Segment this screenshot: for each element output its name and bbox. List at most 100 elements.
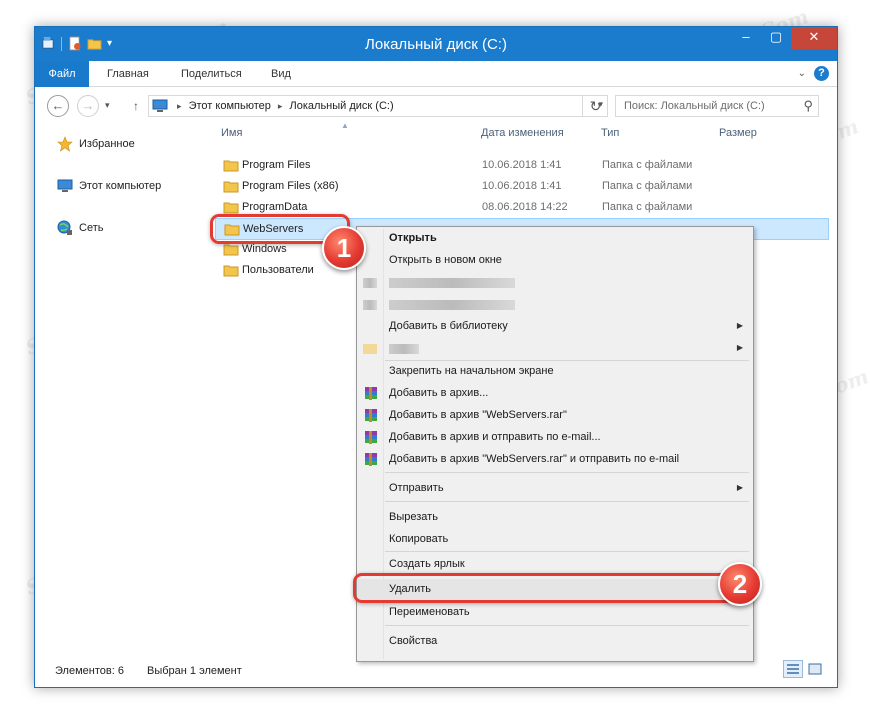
sidebar-item-network[interactable]: Сеть bbox=[57, 219, 103, 237]
navigation-bar: ← → ▾ ↑ ▸ Этот компьютер ▸ Локальный дис… bbox=[35, 87, 837, 125]
menu-item-blurred-submenu[interactable]: ▶ bbox=[357, 338, 753, 359]
file-type: Папка с файлами bbox=[602, 180, 693, 192]
menu-item-create-shortcut[interactable]: Создать ярлык bbox=[357, 554, 753, 575]
winrar-icon bbox=[365, 453, 377, 466]
sidebar-item-favorites[interactable]: Избранное bbox=[57, 135, 135, 153]
details-view-icon[interactable] bbox=[783, 660, 803, 678]
blurred-text bbox=[389, 344, 419, 354]
file-type: Папка с файлами bbox=[602, 159, 693, 171]
close-icon[interactable]: ✕ bbox=[791, 27, 837, 49]
menu-item-add-archive-named-email[interactable]: Добавить в архив "WebServers.rar" и отпр… bbox=[357, 449, 753, 470]
column-header-date[interactable]: Дата изменения bbox=[481, 127, 564, 149]
breadcrumb-separator-icon[interactable]: ▸ bbox=[278, 101, 283, 111]
navigation-pane: Избранное Этот компьютер Сеть bbox=[35, 125, 207, 655]
menu-item-label: Добавить в архив... bbox=[389, 387, 489, 399]
menu-item-label: Добавить в архив и отправить по e-mail..… bbox=[389, 431, 601, 443]
search-input[interactable]: Поиск: Локальный диск (C:) ⚲ bbox=[615, 95, 819, 117]
selection-count: Выбран 1 элемент bbox=[147, 665, 242, 677]
tab-home[interactable]: Главная bbox=[107, 61, 149, 87]
menu-item-label: Копировать bbox=[389, 533, 449, 545]
sidebar-item-this-pc[interactable]: Этот компьютер bbox=[57, 177, 161, 195]
file-date: 10.06.2018 1:41 bbox=[482, 180, 562, 192]
breadcrumb: ▸ Этот компьютер ▸ Локальный диск (C:) bbox=[173, 100, 394, 112]
sort-ascending-icon: ▲ bbox=[341, 121, 349, 130]
menu-item-copy[interactable]: Копировать bbox=[357, 529, 753, 550]
help-icon[interactable]: ? bbox=[814, 66, 829, 81]
file-name: ProgramData bbox=[242, 201, 308, 213]
ribbon-controls: ⌄ ? bbox=[798, 66, 829, 81]
table-row[interactable]: Program Files (x86) 10.06.2018 1:41 Папк… bbox=[215, 176, 829, 198]
computer-icon bbox=[152, 99, 168, 112]
menu-item-label: Добавить в библиотеку bbox=[389, 320, 508, 332]
breadcrumb-separator-icon[interactable]: ▸ bbox=[177, 101, 182, 111]
menu-item-label: Закрепить на начальном экране bbox=[389, 365, 554, 377]
star-icon bbox=[57, 136, 73, 152]
tab-share[interactable]: Поделиться bbox=[181, 61, 242, 87]
breadcrumb-this-pc[interactable]: Этот компьютер bbox=[189, 100, 271, 112]
address-bar[interactable]: ▸ Этот компьютер ▸ Локальный диск (C:) ▾ bbox=[148, 95, 608, 117]
maximize-icon[interactable]: ▢ bbox=[761, 27, 791, 49]
callout-highlight-delete bbox=[353, 573, 741, 603]
menu-item-blurred[interactable] bbox=[357, 294, 753, 315]
menu-item-label: Добавить в архив "WebServers.rar" bbox=[389, 409, 567, 421]
menu-item-add-to-library[interactable]: Добавить в библиотеку ▶ bbox=[357, 316, 753, 337]
ribbon-tabs: Файл Главная Поделиться Вид ⌄ ? bbox=[35, 61, 837, 87]
menu-item-cut[interactable]: Вырезать bbox=[357, 507, 753, 528]
winrar-icon bbox=[365, 409, 377, 422]
menu-item-label: Переименовать bbox=[389, 606, 470, 618]
column-header-size[interactable]: Размер bbox=[719, 127, 757, 149]
menu-separator bbox=[385, 625, 749, 626]
menu-item-properties[interactable]: Свойства bbox=[357, 631, 753, 652]
sidebar-item-label: Избранное bbox=[79, 138, 135, 150]
menu-item-label: Свойства bbox=[389, 635, 438, 647]
column-header-type[interactable]: Тип bbox=[601, 127, 619, 149]
tab-file[interactable]: Файл bbox=[35, 61, 89, 87]
menu-item-send-to[interactable]: Отправить ▶ bbox=[357, 478, 753, 499]
recent-locations-icon[interactable]: ▾ bbox=[105, 100, 110, 111]
menu-item-add-archive-named[interactable]: Добавить в архив "WebServers.rar" bbox=[357, 405, 753, 426]
folder-icon bbox=[223, 160, 239, 172]
folder-icon bbox=[223, 244, 239, 256]
search-placeholder: Поиск: Локальный диск (C:) bbox=[624, 100, 765, 112]
menu-item-label: Добавить в архив "WebServers.rar" и отпр… bbox=[389, 453, 680, 465]
menu-item-open-new-window[interactable]: Открыть в новом окне bbox=[357, 250, 753, 271]
blurred-text bbox=[389, 300, 515, 310]
submenu-arrow-icon: ▶ bbox=[736, 321, 743, 330]
up-arrow-icon[interactable]: ↑ bbox=[133, 99, 139, 113]
folder-icon bbox=[223, 202, 239, 214]
menu-item-open[interactable]: Открыть bbox=[357, 228, 753, 249]
menu-item-add-archive[interactable]: Добавить в архив... bbox=[357, 383, 753, 404]
menu-item-label: Создать ярлык bbox=[389, 558, 465, 570]
back-button[interactable]: ← bbox=[47, 95, 69, 117]
sidebar-item-label: Этот компьютер bbox=[79, 180, 162, 192]
column-header-name[interactable]: Имя bbox=[221, 127, 242, 149]
menu-separator bbox=[385, 472, 749, 473]
forward-button[interactable]: → bbox=[77, 95, 99, 117]
file-name: Пользователи bbox=[242, 264, 314, 276]
submenu-arrow-icon: ▶ bbox=[736, 343, 743, 352]
file-type: Папка с файлами bbox=[602, 201, 693, 213]
title-bar: ▾ Локальный диск (C:) – ▢ ✕ bbox=[35, 27, 837, 61]
blurred-icon bbox=[363, 300, 377, 310]
folder-icon bbox=[223, 181, 239, 193]
tab-view[interactable]: Вид bbox=[271, 61, 291, 87]
menu-item-add-archive-email[interactable]: Добавить в архив и отправить по e-mail..… bbox=[357, 427, 753, 448]
file-date: 08.06.2018 14:22 bbox=[482, 201, 568, 213]
file-name: Program Files bbox=[242, 159, 311, 171]
refresh-icon[interactable]: ↻ bbox=[582, 95, 608, 117]
search-icon[interactable]: ⚲ bbox=[803, 98, 813, 114]
expand-ribbon-icon[interactable]: ⌄ bbox=[798, 68, 806, 79]
breadcrumb-local-disk[interactable]: Локальный диск (C:) bbox=[290, 100, 394, 112]
winrar-icon bbox=[365, 387, 377, 400]
window-title: Локальный диск (C:) bbox=[365, 36, 507, 53]
menu-item-label: Открыть bbox=[389, 232, 437, 244]
large-icons-view-icon[interactable] bbox=[805, 660, 825, 678]
winrar-icon bbox=[365, 431, 377, 444]
menu-item-rename[interactable]: Переименовать bbox=[357, 602, 753, 623]
minimize-icon[interactable]: – bbox=[731, 27, 761, 49]
table-row[interactable]: Program Files 10.06.2018 1:41 Папка с фа… bbox=[215, 155, 829, 177]
menu-item-blurred[interactable] bbox=[357, 272, 753, 293]
submenu-arrow-icon: ▶ bbox=[736, 483, 743, 492]
menu-item-pin-start[interactable]: Закрепить на начальном экране bbox=[357, 361, 753, 382]
folder-icon bbox=[223, 265, 239, 277]
